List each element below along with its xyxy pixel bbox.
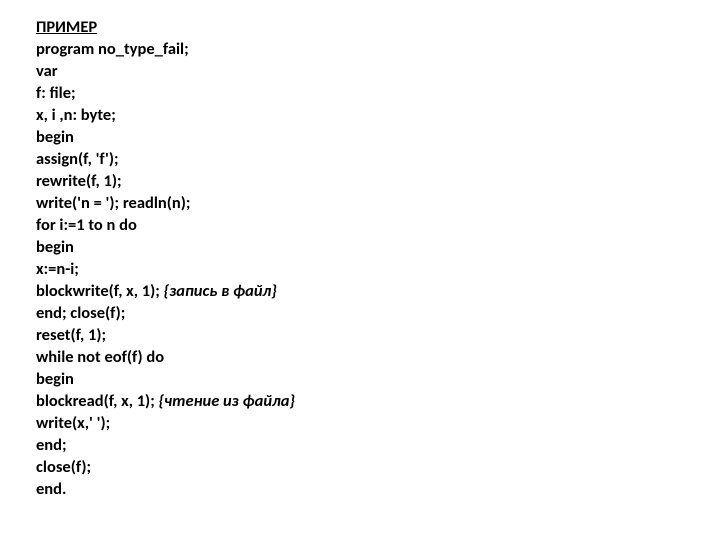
code-line-6: assign(f, 'f'); xyxy=(36,148,720,170)
code-line-2: var xyxy=(36,60,720,82)
code-line-5: begin xyxy=(36,126,720,148)
code-line-20: close(f); xyxy=(36,456,720,478)
code-line-13: end; close(f); xyxy=(36,302,720,324)
code-line-1: program no_type_fail; xyxy=(36,38,720,60)
code-line-17-text: blockread(f, x, 1); xyxy=(36,391,158,411)
code-line-19: end; xyxy=(36,434,720,456)
code-line-4: x, i ,n: byte; xyxy=(36,104,720,126)
code-line-3: f: file; xyxy=(36,82,720,104)
code-line-10: begin xyxy=(36,236,720,258)
code-line-12: blockwrite(f, x, 1); {запись в файл} xyxy=(36,280,720,302)
code-comment-read: {чтение из файла} xyxy=(158,391,295,411)
code-line-17: blockread(f, x, 1); {чтение из файла} xyxy=(36,390,720,412)
code-line-9: for i:=1 to n do xyxy=(36,214,720,236)
code-comment-write: {запись в файл} xyxy=(164,281,277,301)
code-line-15: while not eof(f) do xyxy=(36,346,720,368)
code-line-8: write('n = '); readln(n); xyxy=(36,192,720,214)
code-line-12-text: blockwrite(f, x, 1); xyxy=(36,281,164,301)
code-title: ПРИМЕР xyxy=(36,16,720,38)
code-line-14: reset(f, 1); xyxy=(36,324,720,346)
code-line-11: x:=n-i; xyxy=(36,258,720,280)
code-line-18: write(x,' '); xyxy=(36,412,720,434)
code-line-7: rewrite(f, 1); xyxy=(36,170,720,192)
code-line-21: end. xyxy=(36,478,720,500)
code-line-16: begin xyxy=(36,368,720,390)
